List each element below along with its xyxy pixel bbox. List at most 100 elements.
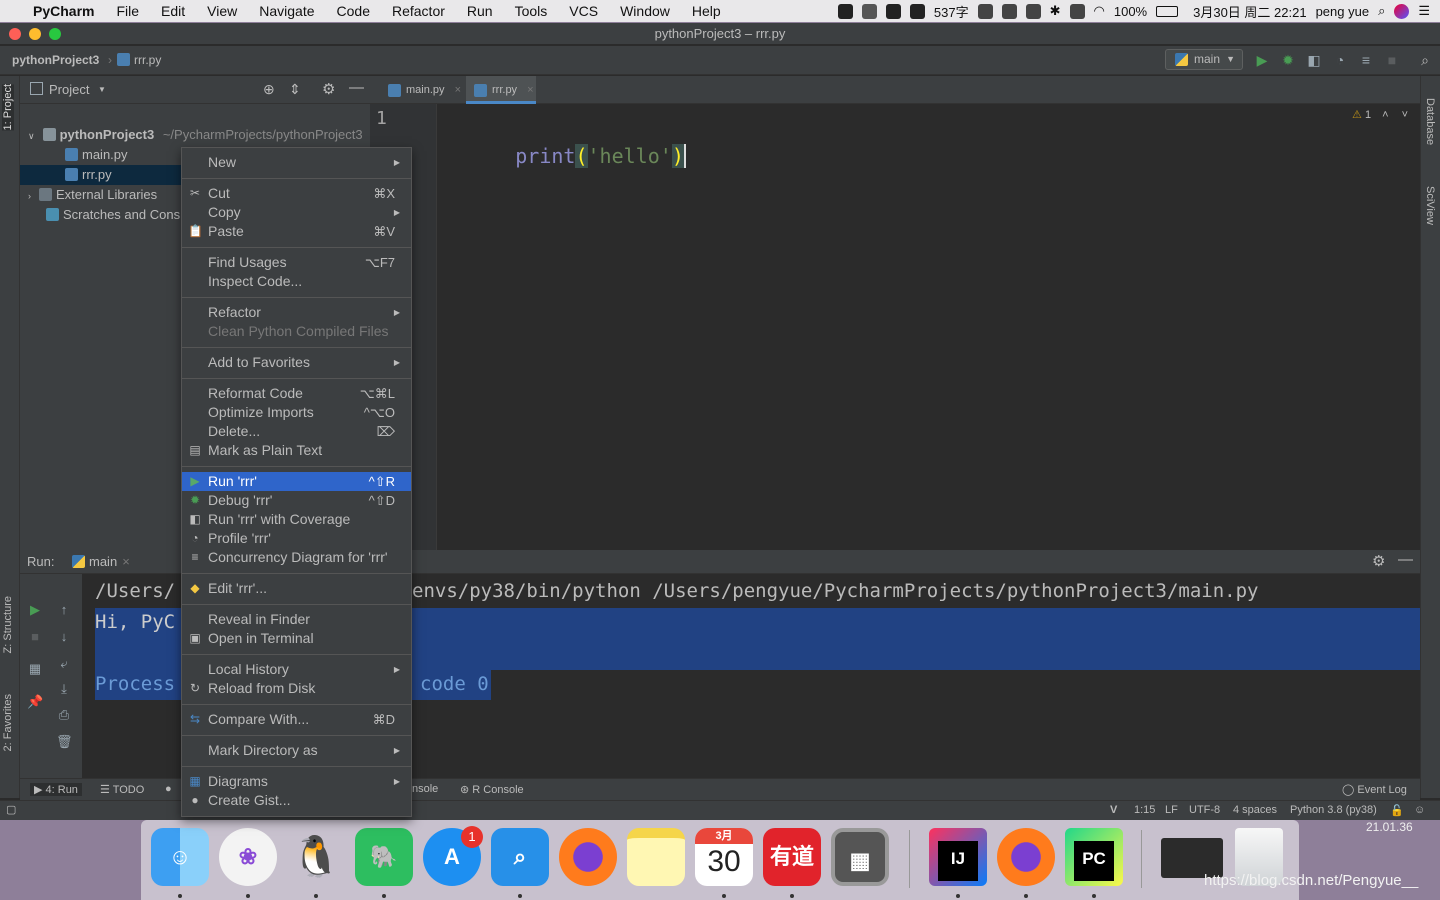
down-arrow-icon[interactable]: ↓ xyxy=(56,629,72,645)
menu-item-profile[interactable]: ◔Profile 'rrr' xyxy=(182,529,411,548)
menu-item-mark-directory[interactable]: Mark Directory as▶ xyxy=(182,741,411,760)
preview-app-icon[interactable]: ⌕ xyxy=(491,828,549,886)
code-line[interactable]: print('hello') xyxy=(443,102,686,210)
menu-edit[interactable]: Edit xyxy=(150,3,196,19)
finder-icon[interactable]: ☺ xyxy=(151,828,209,886)
collapse-all-icon[interactable]: ⇕ xyxy=(289,81,301,98)
structure-tool-tab[interactable]: Z: Structure xyxy=(2,596,14,653)
menu-item-find-usages[interactable]: Find Usages⌥F7 xyxy=(182,253,411,272)
spotlight-icon[interactable]: ⌕ xyxy=(1378,3,1385,19)
grid-tray-icon[interactable] xyxy=(1026,4,1041,19)
siri-icon[interactable] xyxy=(1394,4,1409,19)
close-window-button[interactable] xyxy=(9,28,21,40)
cloud-tray-icon[interactable] xyxy=(910,4,925,19)
menu-run[interactable]: Run xyxy=(456,3,504,19)
breadcrumb-project[interactable]: pythonProject3 xyxy=(12,53,99,67)
menu-item-reload-from-disk[interactable]: ↻Reload from Disk xyxy=(182,679,411,698)
stop-icon[interactable]: ■ xyxy=(1384,52,1400,68)
menu-vcs[interactable]: VCS xyxy=(558,3,609,19)
tool-windows-icon[interactable]: ▢ xyxy=(6,803,16,816)
search-everywhere-icon[interactable]: ⌕ xyxy=(1417,52,1433,68)
menu-item-paste[interactable]: 📋Paste⌘V xyxy=(182,222,411,241)
debug-icon[interactable]: ✹ xyxy=(1280,52,1296,68)
scroll-to-end-icon[interactable]: ⤓ xyxy=(56,681,72,697)
siri-app-icon[interactable]: ❀ xyxy=(219,828,277,886)
menu-item-delete[interactable]: Delete...⌦ xyxy=(182,422,411,441)
menu-item-local-history[interactable]: Local History▶ xyxy=(182,660,411,679)
battery-icon[interactable] xyxy=(1156,6,1178,17)
minimize-window-button[interactable] xyxy=(29,28,41,40)
inspector-icon[interactable]: ☺ xyxy=(1414,804,1425,816)
qq-app-icon[interactable]: 🐧 xyxy=(287,828,345,886)
app-tray-icon[interactable] xyxy=(1002,4,1017,19)
menu-item-diagrams[interactable]: ▦Diagrams▶ xyxy=(182,772,411,791)
chevron-up-icon[interactable]: ˄ xyxy=(1382,109,1388,121)
gear-icon[interactable]: ⚙ xyxy=(1372,552,1385,570)
tree-scratches[interactable]: Scratches and Cons xyxy=(46,205,180,225)
chevron-down-icon[interactable]: ˅ xyxy=(1402,109,1408,121)
coverage-icon[interactable]: ◧ xyxy=(1306,52,1322,68)
notification-center-icon[interactable]: ☰ xyxy=(1418,3,1430,19)
tree-root[interactable]: ∨pythonProject3 ~/PycharmProjects/python… xyxy=(28,125,363,145)
database-tool-tab[interactable]: Database xyxy=(1424,98,1436,145)
menu-item-reformat-code[interactable]: Reformat Code⌥⌘L xyxy=(182,384,411,403)
menu-item-reveal-in-finder[interactable]: Reveal in Finder xyxy=(182,610,411,629)
char-count[interactable]: 537字 xyxy=(934,2,969,21)
menu-item-run-coverage[interactable]: ◧Run 'rrr' with Coverage xyxy=(182,510,411,529)
notes-app-icon[interactable] xyxy=(627,828,685,886)
r-console-tool-tab[interactable]: ⊛ R Console xyxy=(460,783,524,796)
menu-item-debug[interactable]: ✹Debug 'rrr'^⇧D xyxy=(182,491,411,510)
breadcrumb-file[interactable]: rrr.py xyxy=(117,53,161,67)
run-config-selector[interactable]: main ▼ xyxy=(1165,49,1243,70)
project-view-selector[interactable]: Project xyxy=(49,82,89,97)
bluetooth-icon[interactable]: ✱ xyxy=(1050,3,1061,19)
menu-item-refactor[interactable]: Refactor▶ xyxy=(182,303,411,322)
menu-item-add-to-favorites[interactable]: Add to Favorites▶ xyxy=(182,353,411,372)
hide-panel-icon[interactable]: — xyxy=(1398,551,1413,568)
profile-icon[interactable]: ◔ xyxy=(1332,52,1348,68)
menu-item-inspect-code[interactable]: Inspect Code... xyxy=(182,272,411,291)
print-icon[interactable]: ⎙ xyxy=(56,707,72,723)
trash-icon[interactable]: 🗑 xyxy=(56,734,72,750)
battery-percent[interactable]: 100% xyxy=(1114,4,1147,19)
line-separator[interactable]: LF xyxy=(1165,804,1178,816)
locate-icon[interactable]: ⊕ xyxy=(263,81,275,98)
stop-icon[interactable]: ■ xyxy=(27,629,43,645)
menu-file[interactable]: File xyxy=(105,3,150,19)
app-menu[interactable]: PyCharm xyxy=(22,3,105,19)
menu-item-new[interactable]: New▶ xyxy=(182,153,411,172)
lock-icon[interactable]: 🔓 xyxy=(1390,804,1404,817)
gear-icon[interactable]: ⚙ xyxy=(322,80,335,98)
menu-view[interactable]: View xyxy=(196,3,248,19)
todo-tool-tab[interactable]: ☰ TODO xyxy=(100,783,144,796)
menu-refactor[interactable]: Refactor xyxy=(381,3,456,19)
menu-window[interactable]: Window xyxy=(609,3,681,19)
evernote-app-icon[interactable]: 🐘 xyxy=(355,828,413,886)
menu-item-optimize-imports[interactable]: Optimize Imports^⌥O xyxy=(182,403,411,422)
indent-setting[interactable]: 4 spaces xyxy=(1233,804,1277,816)
vcs-check-icon[interactable]: V xyxy=(1110,804,1117,816)
clock[interactable]: 3月30日 周二 22:21 xyxy=(1193,2,1306,21)
tab-main-py[interactable]: main.py × xyxy=(380,76,466,104)
pin-icon[interactable]: 📌 xyxy=(27,694,43,710)
inspection-widget[interactable]: ⚠ 1 ˄ ˅ xyxy=(1352,108,1408,121)
input-tray-icon[interactable] xyxy=(978,4,993,19)
menu-navigate[interactable]: Navigate xyxy=(248,3,325,19)
tab-rrr-py[interactable]: rrr.py × xyxy=(466,76,536,104)
project-tool-tab[interactable]: 1: Project xyxy=(2,84,14,130)
menu-item-create-gist[interactable]: ●Create Gist... xyxy=(182,791,411,810)
wifi-icon[interactable]: ◠ xyxy=(1094,3,1105,19)
caret-position[interactable]: 1:15 xyxy=(1134,804,1155,816)
menu-item-compare-with[interactable]: ⇆Compare With...⌘D xyxy=(182,710,411,729)
interpreter[interactable]: Python 3.8 (py38) xyxy=(1290,804,1377,816)
run-icon[interactable]: ▶ xyxy=(1254,52,1270,68)
file-encoding[interactable]: UTF-8 xyxy=(1189,804,1220,816)
zoom-window-button[interactable] xyxy=(49,28,61,40)
menu-item-mark-plain-text[interactable]: ▤Mark as Plain Text xyxy=(182,441,411,460)
python-console-tool-tab[interactable]: nsole xyxy=(412,783,438,795)
close-icon[interactable]: × xyxy=(122,554,130,569)
menu-item-concurrency-diagram[interactable]: ≡Concurrency Diagram for 'rrr' xyxy=(182,548,411,567)
menu-item-edit-config[interactable]: ◆Edit 'rrr'... xyxy=(182,579,411,598)
layout-icon[interactable]: ▦ xyxy=(27,661,43,677)
calendar-app-icon[interactable]: 3月 30 xyxy=(695,828,753,886)
